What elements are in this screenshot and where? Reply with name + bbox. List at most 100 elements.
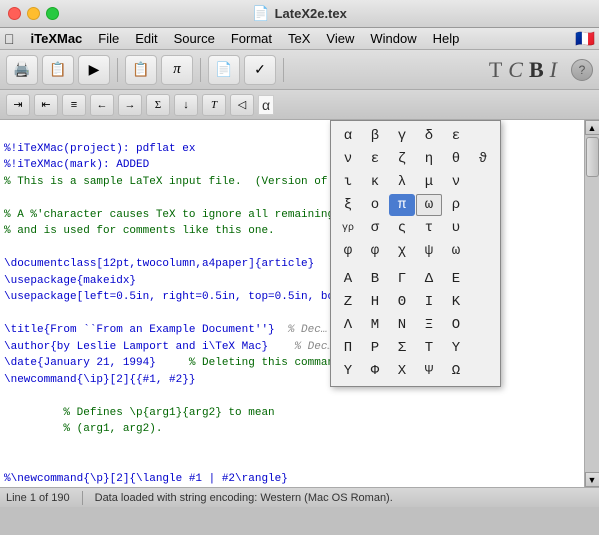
- outdent-button[interactable]: ⇤: [34, 94, 58, 116]
- menu-format[interactable]: Format: [223, 29, 280, 48]
- menu-window[interactable]: Window: [362, 29, 424, 48]
- math-button[interactable]: π: [161, 55, 193, 85]
- greek-zeta[interactable]: ζ: [389, 148, 415, 170]
- greek-Beta[interactable]: Β: [362, 268, 388, 290]
- greek-lambda[interactable]: λ: [389, 171, 415, 193]
- greek-Nu[interactable]: Ν: [389, 314, 415, 336]
- greek-Psi[interactable]: Ψ: [416, 360, 442, 382]
- indent-button[interactable]: ⇥: [6, 94, 30, 116]
- greek-epsilon[interactable]: ε: [443, 125, 469, 147]
- greek-Iota[interactable]: Ι: [416, 291, 442, 313]
- help-button[interactable]: ?: [571, 59, 593, 81]
- greek-varpi[interactable]: ω: [416, 194, 442, 216]
- greek-gamma-rho[interactable]: γρ: [335, 217, 361, 239]
- format-C[interactable]: C: [508, 57, 523, 83]
- compile-button[interactable]: ▶: [78, 55, 110, 85]
- greek-Lambda[interactable]: Λ: [335, 314, 361, 336]
- line-info: Line 1 of 190: [6, 492, 70, 504]
- greek-vartheta[interactable]: ϑ: [470, 148, 496, 170]
- format-B[interactable]: B: [529, 57, 544, 83]
- greek-Epsilon[interactable]: Ε: [443, 268, 469, 290]
- greek-Kappa[interactable]: Κ: [443, 291, 469, 313]
- greek-beta[interactable]: β: [362, 125, 388, 147]
- scroll-up-button[interactable]: ▲: [585, 120, 599, 135]
- greek-theta[interactable]: θ: [443, 148, 469, 170]
- greek-Alpha[interactable]: Α: [335, 268, 361, 290]
- greek-delta[interactable]: δ: [416, 125, 442, 147]
- greek-varsigma[interactable]: ς: [389, 217, 415, 239]
- greek-nu[interactable]: ν: [443, 171, 469, 193]
- greek-Delta[interactable]: Δ: [416, 268, 442, 290]
- editor[interactable]: %!iTeXMac(project): pdflat ex %!iTeXMac(…: [0, 120, 584, 487]
- menu-file[interactable]: File: [90, 29, 127, 48]
- scroll-down-button[interactable]: ▼: [585, 472, 599, 487]
- align-button[interactable]: ≡: [62, 94, 86, 116]
- scroll-track[interactable]: [585, 135, 599, 472]
- greek-Chi[interactable]: Χ: [389, 360, 415, 382]
- greek-Eta[interactable]: Η: [362, 291, 388, 313]
- close-button[interactable]: [8, 7, 21, 20]
- greek-rho[interactable]: ρ: [443, 194, 469, 216]
- sigma-button[interactable]: Σ: [146, 94, 170, 116]
- arrow-button[interactable]: ←: [90, 94, 114, 116]
- format-T[interactable]: T: [489, 57, 502, 83]
- greek-Sigma[interactable]: Σ: [389, 337, 415, 359]
- greek-chi[interactable]: χ: [389, 240, 415, 262]
- arrow2-button[interactable]: →: [118, 94, 142, 116]
- greek-empty3: [470, 194, 496, 216]
- greek-Zeta[interactable]: Ζ: [335, 291, 361, 313]
- menu-edit[interactable]: Edit: [127, 29, 165, 48]
- greek-Omicron[interactable]: Ο: [443, 314, 469, 336]
- greek-Omega[interactable]: Ω: [443, 360, 469, 382]
- greek-Phi[interactable]: Φ: [362, 360, 388, 382]
- font-button[interactable]: T: [202, 94, 226, 116]
- print-button[interactable]: 🖨️: [6, 55, 38, 85]
- greek-alpha[interactable]: α: [335, 125, 361, 147]
- greek-phi[interactable]: φ: [335, 240, 361, 262]
- greek-pi[interactable]: π: [389, 194, 415, 216]
- greek-nu-small[interactable]: ν: [335, 148, 361, 170]
- menu-view[interactable]: View: [318, 29, 362, 48]
- copy-button[interactable]: 📋: [125, 55, 157, 85]
- greek-iota[interactable]: ι: [335, 171, 361, 193]
- menu-source[interactable]: Source: [166, 29, 223, 48]
- scroll-thumb[interactable]: [586, 137, 599, 177]
- format-I[interactable]: I: [550, 57, 557, 83]
- greek-varphi[interactable]: φ: [362, 240, 388, 262]
- arrow3-button[interactable]: ↓: [174, 94, 198, 116]
- greek-Gamma[interactable]: Γ: [389, 268, 415, 290]
- greek-xi[interactable]: ξ: [335, 194, 361, 216]
- greek-Xi[interactable]: Ξ: [416, 314, 442, 336]
- greek-eta2[interactable]: ε: [362, 148, 388, 170]
- greek-Pi[interactable]: Π: [335, 337, 361, 359]
- menu-help[interactable]: Help: [425, 29, 468, 48]
- greek-Theta[interactable]: Θ: [389, 291, 415, 313]
- language-flag: 🇫🇷: [575, 29, 595, 49]
- paste-button[interactable]: 📄: [208, 55, 240, 85]
- greek-omega[interactable]: ω: [443, 240, 469, 262]
- maximize-button[interactable]: [46, 7, 59, 20]
- greek-psi[interactable]: ψ: [416, 240, 442, 262]
- greek-upsilon[interactable]: υ: [443, 217, 469, 239]
- greek-eta[interactable]: η: [416, 148, 442, 170]
- greek-sigma[interactable]: σ: [362, 217, 388, 239]
- minimize-button[interactable]: [27, 7, 40, 20]
- greek-Upsilon2[interactable]: Υ: [335, 360, 361, 382]
- menu-itexmac[interactable]: iTeXMac: [23, 29, 91, 48]
- greek-Upsilon[interactable]: Υ: [443, 337, 469, 359]
- preview-button[interactable]: 📋: [42, 55, 74, 85]
- menu-tex[interactable]: TeX: [280, 29, 318, 48]
- greek-kappa[interactable]: κ: [362, 171, 388, 193]
- greek-gamma[interactable]: γ: [389, 125, 415, 147]
- spell-button[interactable]: ✓: [244, 55, 276, 85]
- arrow4-button[interactable]: ◁: [230, 94, 254, 116]
- greek-Rho[interactable]: Ρ: [362, 337, 388, 359]
- greek-mu[interactable]: μ: [416, 171, 442, 193]
- greek-Tau[interactable]: Τ: [416, 337, 442, 359]
- scrollbar[interactable]: ▲ ▼: [584, 120, 599, 487]
- apple-logo-icon[interactable]: : [4, 31, 15, 47]
- greek-Mu[interactable]: Μ: [362, 314, 388, 336]
- greek-omicron[interactable]: ο: [362, 194, 388, 216]
- statusbar: Line 1 of 190 Data loaded with string en…: [0, 487, 599, 507]
- greek-tau[interactable]: τ: [416, 217, 442, 239]
